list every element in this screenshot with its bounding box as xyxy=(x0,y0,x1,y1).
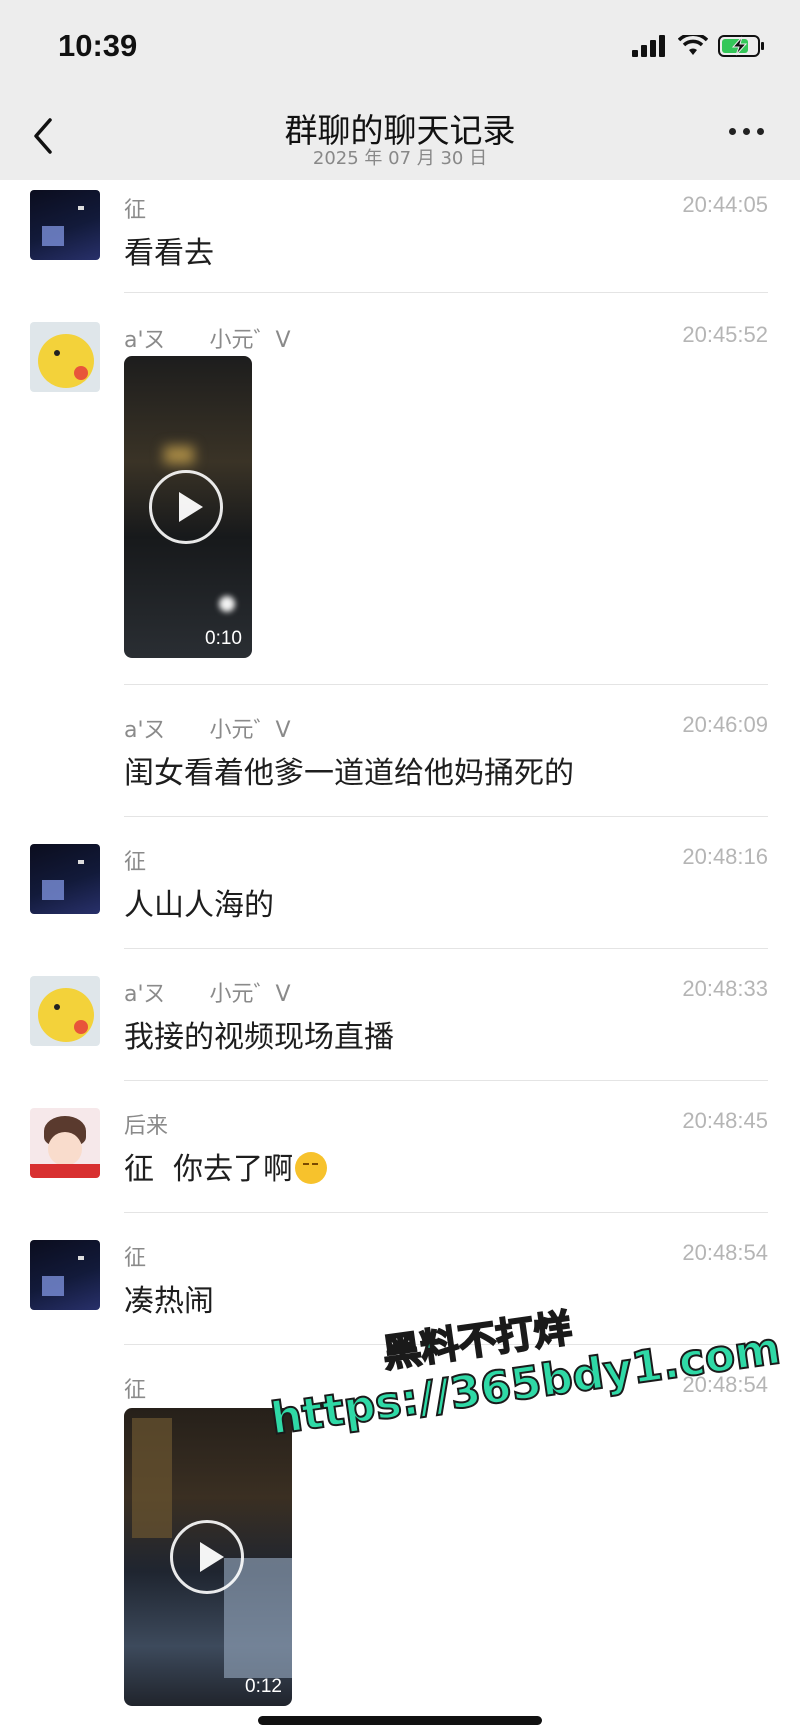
video-duration: 0:12 xyxy=(245,1676,282,1697)
avatar[interactable] xyxy=(30,976,100,1046)
message-time: 20:46:09 xyxy=(682,712,768,737)
play-icon[interactable] xyxy=(149,470,223,544)
message-item: a'ㄡ 小元゛V 20:46:09 闺女看着他爹一道道给他妈捅死的 xyxy=(0,700,800,817)
message-text-content: 征 你去了啊 xyxy=(124,1152,294,1187)
play-icon[interactable] xyxy=(170,1520,244,1594)
more-options-icon[interactable] xyxy=(729,128,764,135)
message-item: 后来 20:48:45 征 你去了啊 xyxy=(0,1096,800,1213)
sender-name: 后来 xyxy=(124,1114,169,1139)
avatar[interactable] xyxy=(30,844,100,914)
message-time: 20:45:52 xyxy=(682,322,768,347)
divider xyxy=(124,816,768,817)
message-item: 征 20:44:05 看看去 xyxy=(0,180,800,293)
divider xyxy=(124,1080,768,1081)
message-item: 征 20:48:16 人山人海的 xyxy=(0,832,800,949)
battery-charging-icon xyxy=(718,35,764,57)
divider xyxy=(124,948,768,949)
video-message[interactable]: 0:10 xyxy=(124,356,252,658)
message-time: 20:48:16 xyxy=(682,844,768,869)
message-text: 征 你去了啊 xyxy=(124,1144,328,1188)
message-time: 20:48:45 xyxy=(682,1108,768,1133)
sender-name: 征 xyxy=(124,850,147,875)
signal-icon xyxy=(632,35,665,57)
message-time: 20:48:54 xyxy=(682,1240,768,1265)
page-subtitle: 2025 年 07 月 30 日 xyxy=(312,148,488,169)
sender-name: a'ㄡ 小元゛V xyxy=(124,718,291,743)
message-text: 我接的视频现场直播 xyxy=(124,1020,394,1055)
sender-name: 征 xyxy=(124,198,147,223)
message-text: 人山人海的 xyxy=(124,888,274,923)
status-time: 10:39 xyxy=(58,28,138,63)
message-time: 20:44:05 xyxy=(682,192,768,217)
avatar[interactable] xyxy=(30,190,100,260)
sender-name: 征 xyxy=(124,1378,147,1403)
message-text: 凑热闹 xyxy=(124,1284,214,1319)
message-item: a'ㄡ 小元゛V 20:45:52 0:10 xyxy=(0,310,800,685)
sender-name: 征 xyxy=(124,1246,147,1271)
message-item: a'ㄡ 小元゛V 20:48:33 我接的视频现场直播 xyxy=(0,964,800,1081)
video-message[interactable]: 0:12 xyxy=(124,1408,292,1706)
status-icons xyxy=(632,34,766,58)
sender-name: a'ㄡ 小元゛V xyxy=(124,982,291,1007)
nav-header: 10:39 群聊的聊天记录 2025 年 07 月 30 日 xyxy=(0,0,800,180)
message-text: 闺女看着他爹一道道给他妈捅死的 xyxy=(124,756,574,791)
avatar[interactable] xyxy=(30,1240,100,1310)
divider xyxy=(124,1212,768,1213)
thinking-emoji-icon xyxy=(295,1152,328,1184)
divider xyxy=(124,684,768,685)
video-duration: 0:10 xyxy=(205,628,242,649)
wifi-icon xyxy=(678,35,708,55)
message-time: 20:48:33 xyxy=(682,976,768,1001)
avatar[interactable] xyxy=(30,1108,100,1178)
sender-name: a'ㄡ 小元゛V xyxy=(124,328,291,353)
divider xyxy=(124,292,768,293)
message-text: 看看去 xyxy=(124,236,214,271)
home-indicator[interactable] xyxy=(258,1716,542,1725)
avatar[interactable] xyxy=(30,322,100,392)
